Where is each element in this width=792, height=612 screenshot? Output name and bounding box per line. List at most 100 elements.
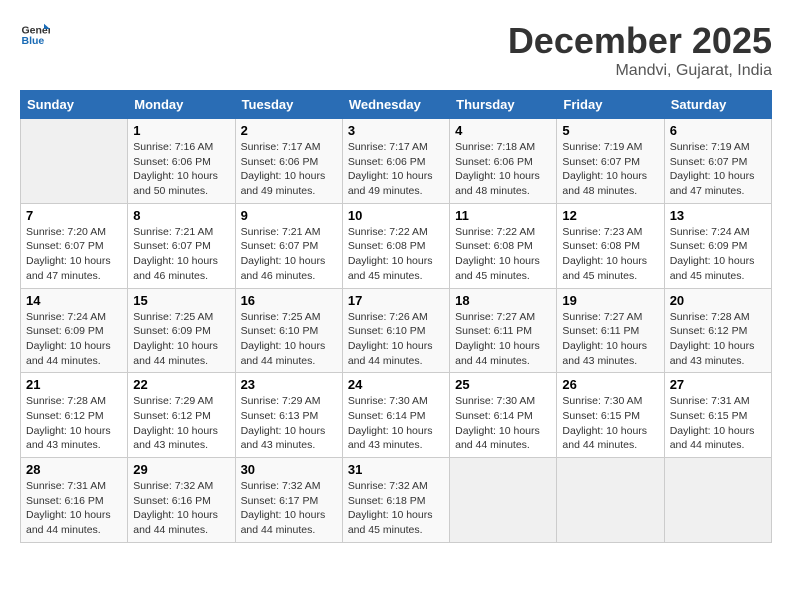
day-number: 27	[670, 377, 766, 392]
day-info: Sunrise: 7:17 AMSunset: 6:06 PMDaylight:…	[241, 140, 337, 199]
day-info: Sunrise: 7:21 AMSunset: 6:07 PMDaylight:…	[241, 225, 337, 284]
day-number: 7	[26, 208, 122, 223]
calendar-week-row: 1 Sunrise: 7:16 AMSunset: 6:06 PMDaylight…	[21, 119, 772, 204]
day-info: Sunrise: 7:28 AMSunset: 6:12 PMDaylight:…	[26, 394, 122, 453]
calendar-cell: 1 Sunrise: 7:16 AMSunset: 6:06 PMDaylight…	[128, 119, 235, 204]
day-info: Sunrise: 7:27 AMSunset: 6:11 PMDaylight:…	[455, 310, 551, 369]
header-monday: Monday	[128, 91, 235, 119]
day-number: 21	[26, 377, 122, 392]
day-info: Sunrise: 7:25 AMSunset: 6:09 PMDaylight:…	[133, 310, 229, 369]
calendar-week-row: 7 Sunrise: 7:20 AMSunset: 6:07 PMDaylight…	[21, 203, 772, 288]
calendar-cell	[450, 458, 557, 543]
day-info: Sunrise: 7:32 AMSunset: 6:16 PMDaylight:…	[133, 479, 229, 538]
calendar-cell: 11 Sunrise: 7:22 AMSunset: 6:08 PMDayligh…	[450, 203, 557, 288]
day-info: Sunrise: 7:23 AMSunset: 6:08 PMDaylight:…	[562, 225, 658, 284]
calendar-week-row: 21 Sunrise: 7:28 AMSunset: 6:12 PMDayligh…	[21, 373, 772, 458]
day-number: 1	[133, 123, 229, 138]
day-info: Sunrise: 7:28 AMSunset: 6:12 PMDaylight:…	[670, 310, 766, 369]
day-info: Sunrise: 7:32 AMSunset: 6:18 PMDaylight:…	[348, 479, 444, 538]
day-number: 11	[455, 208, 551, 223]
day-number: 2	[241, 123, 337, 138]
day-info: Sunrise: 7:19 AMSunset: 6:07 PMDaylight:…	[562, 140, 658, 199]
day-number: 9	[241, 208, 337, 223]
calendar-cell: 15Sunrise: 7:25 AMSunset: 6:09 PMDayligh…	[128, 288, 235, 373]
day-info: Sunrise: 7:17 AMSunset: 6:06 PMDaylight:…	[348, 140, 444, 199]
day-number: 28	[26, 462, 122, 477]
calendar-cell: 4 Sunrise: 7:18 AMSunset: 6:06 PMDaylight…	[450, 119, 557, 204]
calendar-cell: 2 Sunrise: 7:17 AMSunset: 6:06 PMDaylight…	[235, 119, 342, 204]
calendar-cell: 9 Sunrise: 7:21 AMSunset: 6:07 PMDaylight…	[235, 203, 342, 288]
logo-icon: General Blue	[20, 20, 50, 50]
day-info: Sunrise: 7:21 AMSunset: 6:07 PMDaylight:…	[133, 225, 229, 284]
day-info: Sunrise: 7:20 AMSunset: 6:07 PMDaylight:…	[26, 225, 122, 284]
day-info: Sunrise: 7:22 AMSunset: 6:08 PMDaylight:…	[348, 225, 444, 284]
calendar-cell: 25 Sunrise: 7:30 AMSunset: 6:14 PMDayligh…	[450, 373, 557, 458]
month-title: December 2025	[508, 20, 772, 62]
day-number: 19	[562, 293, 658, 308]
calendar-cell: 19Sunrise: 7:27 AMSunset: 6:11 PMDayligh…	[557, 288, 664, 373]
calendar-cell	[557, 458, 664, 543]
day-number: 4	[455, 123, 551, 138]
day-number: 22	[133, 377, 229, 392]
day-number: 8	[133, 208, 229, 223]
title-block: December 2025 Mandvi, Gujarat, India	[508, 20, 772, 80]
day-info: Sunrise: 7:29 AMSunset: 6:13 PMDaylight:…	[241, 394, 337, 453]
day-info: Sunrise: 7:30 AMSunset: 6:15 PMDaylight:…	[562, 394, 658, 453]
day-number: 23	[241, 377, 337, 392]
calendar-header-row: SundayMondayTuesdayWednesdayThursdayFrid…	[21, 91, 772, 119]
calendar-cell: 20Sunrise: 7:28 AMSunset: 6:12 PMDayligh…	[664, 288, 771, 373]
day-number: 29	[133, 462, 229, 477]
day-number: 31	[348, 462, 444, 477]
calendar-cell: 8 Sunrise: 7:21 AMSunset: 6:07 PMDaylight…	[128, 203, 235, 288]
day-info: Sunrise: 7:22 AMSunset: 6:08 PMDaylight:…	[455, 225, 551, 284]
calendar-cell: 21 Sunrise: 7:28 AMSunset: 6:12 PMDayligh…	[21, 373, 128, 458]
location: Mandvi, Gujarat, India	[508, 62, 772, 80]
day-number: 12	[562, 208, 658, 223]
day-number: 17	[348, 293, 444, 308]
calendar-cell: 29 Sunrise: 7:32 AMSunset: 6:16 PMDayligh…	[128, 458, 235, 543]
calendar-cell: 30 Sunrise: 7:32 AMSunset: 6:17 PMDayligh…	[235, 458, 342, 543]
calendar-cell: 13 Sunrise: 7:24 AMSunset: 6:09 PMDayligh…	[664, 203, 771, 288]
logo: General Blue	[20, 20, 50, 50]
day-info: Sunrise: 7:26 AMSunset: 6:10 PMDaylight:…	[348, 310, 444, 369]
header-friday: Friday	[557, 91, 664, 119]
calendar-cell: 14Sunrise: 7:24 AMSunset: 6:09 PMDayligh…	[21, 288, 128, 373]
header-wednesday: Wednesday	[342, 91, 449, 119]
svg-text:Blue: Blue	[22, 35, 45, 47]
calendar-cell: 10 Sunrise: 7:22 AMSunset: 6:08 PMDayligh…	[342, 203, 449, 288]
calendar-cell: 28 Sunrise: 7:31 AMSunset: 6:16 PMDayligh…	[21, 458, 128, 543]
calendar-cell: 31 Sunrise: 7:32 AMSunset: 6:18 PMDayligh…	[342, 458, 449, 543]
calendar-cell: 24Sunrise: 7:30 AMSunset: 6:14 PMDayligh…	[342, 373, 449, 458]
calendar-cell	[21, 119, 128, 204]
day-number: 6	[670, 123, 766, 138]
day-info: Sunrise: 7:24 AMSunset: 6:09 PMDaylight:…	[670, 225, 766, 284]
day-info: Sunrise: 7:30 AMSunset: 6:14 PMDaylight:…	[455, 394, 551, 453]
calendar-week-row: 28 Sunrise: 7:31 AMSunset: 6:16 PMDayligh…	[21, 458, 772, 543]
page-header: General Blue December 2025 Mandvi, Gujar…	[20, 20, 772, 80]
day-number: 25	[455, 377, 551, 392]
calendar-cell: 5 Sunrise: 7:19 AMSunset: 6:07 PMDaylight…	[557, 119, 664, 204]
day-number: 5	[562, 123, 658, 138]
day-number: 16	[241, 293, 337, 308]
calendar-cell: 26Sunrise: 7:30 AMSunset: 6:15 PMDayligh…	[557, 373, 664, 458]
day-info: Sunrise: 7:32 AMSunset: 6:17 PMDaylight:…	[241, 479, 337, 538]
calendar-cell: 18 Sunrise: 7:27 AMSunset: 6:11 PMDayligh…	[450, 288, 557, 373]
calendar-cell: 12 Sunrise: 7:23 AMSunset: 6:08 PMDayligh…	[557, 203, 664, 288]
calendar-cell: 23 Sunrise: 7:29 AMSunset: 6:13 PMDayligh…	[235, 373, 342, 458]
day-number: 14	[26, 293, 122, 308]
day-info: Sunrise: 7:16 AMSunset: 6:06 PMDaylight:…	[133, 140, 229, 199]
day-info: Sunrise: 7:31 AMSunset: 6:16 PMDaylight:…	[26, 479, 122, 538]
header-thursday: Thursday	[450, 91, 557, 119]
calendar-week-row: 14Sunrise: 7:24 AMSunset: 6:09 PMDayligh…	[21, 288, 772, 373]
day-number: 18	[455, 293, 551, 308]
day-number: 10	[348, 208, 444, 223]
day-info: Sunrise: 7:18 AMSunset: 6:06 PMDaylight:…	[455, 140, 551, 199]
header-saturday: Saturday	[664, 91, 771, 119]
day-number: 13	[670, 208, 766, 223]
day-number: 3	[348, 123, 444, 138]
day-info: Sunrise: 7:29 AMSunset: 6:12 PMDaylight:…	[133, 394, 229, 453]
day-info: Sunrise: 7:25 AMSunset: 6:10 PMDaylight:…	[241, 310, 337, 369]
calendar-cell: 6 Sunrise: 7:19 AMSunset: 6:07 PMDaylight…	[664, 119, 771, 204]
day-info: Sunrise: 7:19 AMSunset: 6:07 PMDaylight:…	[670, 140, 766, 199]
day-number: 30	[241, 462, 337, 477]
